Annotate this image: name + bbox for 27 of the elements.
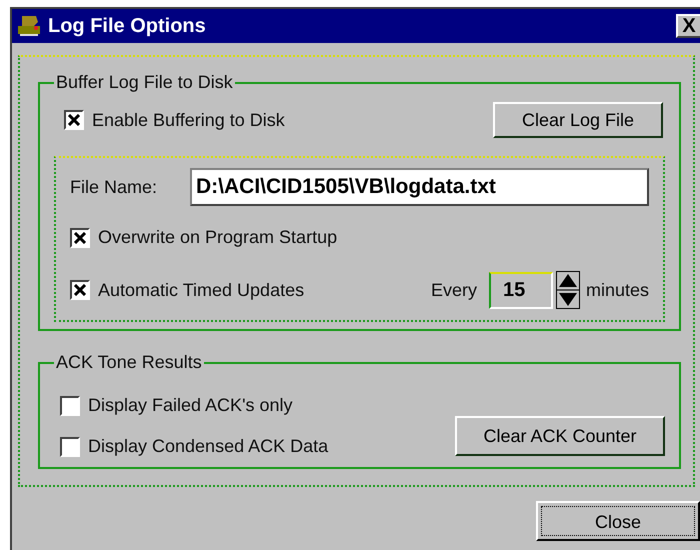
checkbox[interactable]: [60, 436, 80, 456]
checkbox-label[interactable]: Display Condensed ACK Data: [88, 433, 328, 460]
group-label: ACK Tone Results: [55, 351, 203, 374]
check-cross-icon: [74, 284, 86, 296]
file-name-label: File Name:: [70, 176, 158, 198]
checkbox-label[interactable]: Display Failed ACK's only: [88, 392, 293, 419]
check-cross-icon: [68, 114, 80, 126]
group-label: Buffer Log File to Disk: [55, 71, 234, 94]
minutes-label: minutes: [586, 278, 649, 302]
checkbox-label[interactable]: Automatic Timed Updates: [98, 276, 304, 304]
checkbox[interactable]: [64, 110, 84, 130]
clear-log-button[interactable]: Clear Log File: [493, 102, 663, 138]
window-title: Log File Options: [48, 14, 206, 39]
clear-ack-button[interactable]: Clear ACK Counter: [455, 416, 665, 456]
checkbox-label[interactable]: Overwrite on Program Startup: [98, 224, 338, 251]
checkbox[interactable]: [60, 396, 80, 416]
disk-drive-icon: [16, 14, 42, 38]
check-cross-icon: [74, 232, 86, 244]
close-dialog-button[interactable]: Close: [536, 501, 700, 541]
checkbox-label[interactable]: Enable Buffering to Disk: [92, 106, 285, 134]
title-close-button[interactable]: X: [676, 14, 700, 38]
file-name-field[interactable]: D:\ACI\CID1505\VB\logdata.txt: [190, 168, 649, 206]
checkbox[interactable]: [70, 280, 90, 300]
every-label: Every: [430, 278, 477, 302]
checkbox[interactable]: [70, 228, 90, 248]
interval-field[interactable]: 15: [488, 272, 553, 308]
spinner-icon[interactable]: [556, 271, 580, 309]
